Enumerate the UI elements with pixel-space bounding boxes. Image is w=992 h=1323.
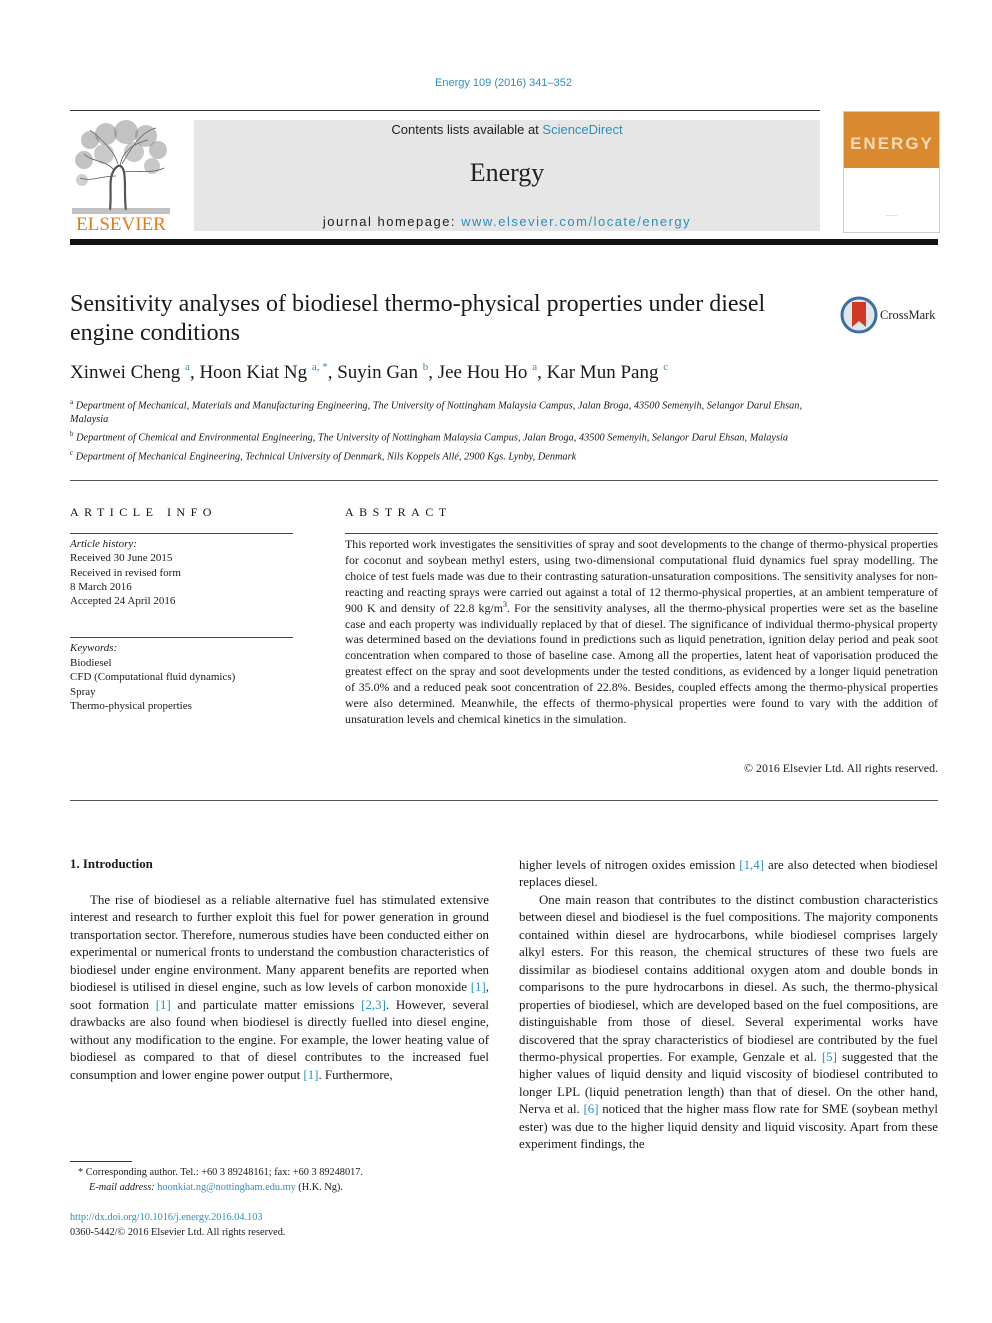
cover-footer-text: ——— xyxy=(885,212,898,217)
citation-link[interactable]: [5] xyxy=(822,1050,837,1064)
footnote-contact: * Corresponding author. Tel.: +60 3 8924… xyxy=(78,1167,363,1178)
author-affil-sup[interactable]: b xyxy=(423,361,429,373)
abstract-text-part: . For the sensitivity analyses, all the … xyxy=(345,600,938,726)
article-info-heading: ARTICLE INFO xyxy=(70,505,217,519)
sciencedirect-link[interactable]: ScienceDirect xyxy=(542,122,622,137)
header-thick-rule xyxy=(70,239,938,245)
article-history: Article history: Received 30 June 2015 R… xyxy=(70,537,300,608)
citation-link[interactable]: [1] xyxy=(471,980,486,994)
affiliation-text: Department of Chemical and Environmental… xyxy=(76,432,789,444)
author-affil-sup[interactable]: a xyxy=(185,361,190,373)
divider xyxy=(70,480,938,481)
affiliation-sup: c xyxy=(70,448,74,457)
keyword-item: CFD (Computational fluid dynamics) xyxy=(70,671,236,683)
author-affil-sup[interactable]: a xyxy=(532,361,537,373)
email-suffix: (H.K. Ng). xyxy=(295,1182,343,1193)
affiliation-item: b Department of Chemical and Environment… xyxy=(70,427,830,445)
section-heading: 1. Introduction xyxy=(70,857,153,871)
divider xyxy=(70,637,293,638)
journal-name: Energy xyxy=(469,158,545,187)
crossmark-label: CrossMark xyxy=(880,308,936,322)
journal-cover-thumbnail[interactable]: ENERGY ——— xyxy=(843,111,940,233)
author-list: Xinwei Cheng a, Hoon Kiat Ng a, *, Suyin… xyxy=(70,361,669,383)
doi-link[interactable]: http://dx.doi.org/10.1016/j.energy.2016.… xyxy=(70,1212,263,1223)
abstract-heading: ABSTRACT xyxy=(345,505,452,519)
issn-copyright: 0360-5442/© 2016 Elsevier Ltd. All right… xyxy=(70,1227,286,1238)
affiliation-text: Department of Mechanical, Materials and … xyxy=(70,400,803,426)
footnote-email-line: E-mail address: hoonkiat.ng@nottingham.e… xyxy=(78,1180,498,1195)
email-label: E-mail address: xyxy=(89,1182,158,1193)
keywords-label: Keywords: xyxy=(70,642,118,654)
text-run: The rise of biodiesel as a reliable alte… xyxy=(70,893,489,995)
affiliation-sup: b xyxy=(70,430,74,439)
author-name[interactable]: Jee Hou Ho xyxy=(438,362,528,383)
corresponding-author-footnote: * Corresponding author. Tel.: +60 3 8924… xyxy=(78,1165,498,1195)
history-label: Article history: xyxy=(70,538,137,550)
divider xyxy=(70,800,938,801)
keywords: Keywords: Biodiesel CFD (Computational f… xyxy=(70,641,300,714)
homepage-line: journal homepage: www.elsevier.com/locat… xyxy=(194,214,820,229)
author-name[interactable]: Suyin Gan xyxy=(337,362,418,383)
abstract-copyright: © 2016 Elsevier Ltd. All rights reserved… xyxy=(744,761,938,775)
header-top-rule xyxy=(70,110,820,111)
citation-link[interactable]: [1] xyxy=(303,1068,318,1082)
journal-reference-link[interactable]: Energy 109 (2016) 341–352 xyxy=(0,77,992,89)
elsevier-logo[interactable]: ELSEVIER xyxy=(70,120,172,235)
text-run: . Furthermore, xyxy=(318,1067,393,1082)
affiliations: a Department of Mechanical, Materials an… xyxy=(70,395,830,464)
history-item: Received in revised form xyxy=(70,566,181,579)
citation-link[interactable]: [6] xyxy=(583,1102,598,1116)
divider xyxy=(70,533,293,534)
journal-homepage-link[interactable]: www.elsevier.com/locate/energy xyxy=(461,214,691,229)
author-name[interactable]: Xinwei Cheng xyxy=(70,362,180,383)
body-column-right: higher levels of nitrogen oxides emissio… xyxy=(519,857,938,1154)
keyword-item: Biodiesel xyxy=(70,656,112,669)
author-affil-sup[interactable]: c xyxy=(663,361,668,373)
homepage-prefix: journal homepage: xyxy=(322,214,462,229)
footnote-rule xyxy=(70,1161,132,1162)
keyword-item: Thermo-physical properties xyxy=(70,700,192,712)
crossmark-icon xyxy=(840,296,878,334)
history-item: 8 March 2016 xyxy=(70,580,132,593)
author-affil-sup[interactable]: a, * xyxy=(312,361,328,373)
citation-link[interactable]: [1] xyxy=(156,998,171,1012)
keyword-item: Spray xyxy=(70,685,96,698)
affiliation-text: Department of Mechanical Engineering, Te… xyxy=(75,451,577,463)
body-paragraph: One main reason that contributes to the … xyxy=(519,892,938,1154)
body-column-left: The rise of biodiesel as a reliable alte… xyxy=(70,892,489,1084)
article-title: Sensitivity analyses of biodiesel thermo… xyxy=(70,291,766,346)
affiliation-item: c Department of Mechanical Engineering, … xyxy=(70,446,830,464)
body-paragraph: The rise of biodiesel as a reliable alte… xyxy=(70,892,489,1084)
contents-prefix: Contents lists available at xyxy=(391,122,543,137)
crossmark-button[interactable]: CrossMark xyxy=(840,296,940,336)
divider xyxy=(345,533,938,534)
text-run: and particulate matter emissions xyxy=(170,997,362,1012)
body-paragraph: higher levels of nitrogen oxides emissio… xyxy=(519,857,938,892)
elsevier-wordmark: ELSEVIER xyxy=(76,214,166,232)
journal-banner: Contents lists available at ScienceDirec… xyxy=(194,120,820,231)
history-item: Accepted 24 April 2016 xyxy=(70,595,176,608)
history-item: Received 30 June 2015 xyxy=(70,552,173,565)
cover-title: ENERGY xyxy=(850,134,934,153)
abstract-text: This reported work investigates the sens… xyxy=(345,537,938,728)
email-link[interactable]: hoonkiat.ng@nottingham.edu.my xyxy=(157,1182,295,1193)
citation-link[interactable]: [1,4] xyxy=(739,858,764,872)
affiliation-item: a Department of Mechanical, Materials an… xyxy=(70,395,830,427)
elsevier-tree-icon: ELSEVIER xyxy=(72,120,170,235)
affiliation-sup: a xyxy=(70,398,74,406)
citation-link[interactable]: [2,3] xyxy=(361,998,386,1012)
text-run: higher levels of nitrogen oxides emissio… xyxy=(519,858,740,872)
doi-block: http://dx.doi.org/10.1016/j.energy.2016.… xyxy=(70,1210,285,1240)
author-name[interactable]: Hoon Kiat Ng xyxy=(199,362,307,383)
author-name[interactable]: Kar Mun Pang xyxy=(547,362,659,383)
contents-line: Contents lists available at ScienceDirec… xyxy=(194,122,820,137)
text-run: One main reason that contributes to the … xyxy=(519,892,938,1064)
